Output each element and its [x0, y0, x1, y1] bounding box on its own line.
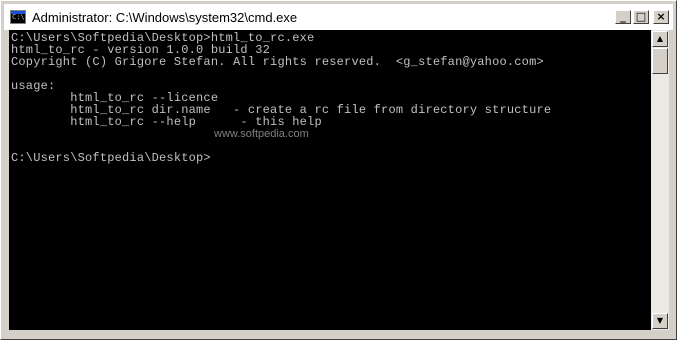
close-button[interactable]: × — [653, 10, 669, 24]
vertical-scrollbar[interactable]: ▲ ▼ — [651, 30, 669, 330]
minimize-button[interactable]: _ — [615, 10, 631, 24]
scroll-up-button[interactable]: ▲ — [652, 31, 668, 47]
console-output[interactable]: C:\Users\Softpedia\Desktop>html_to_rc.ex… — [9, 30, 649, 330]
scroll-thumb[interactable] — [652, 48, 668, 74]
console-line: C:\Users\Softpedia\Desktop> — [11, 151, 211, 165]
window-controls: _ □ × — [615, 10, 669, 24]
scroll-down-button[interactable]: ▼ — [652, 313, 668, 329]
cmd-window: Administrator: C:\Windows\system32\cmd.e… — [0, 0, 677, 340]
console-line: html_to_rc --help - this help — [11, 115, 322, 129]
cmd-icon[interactable] — [10, 10, 26, 24]
console-client[interactable]: C:\Users\Softpedia\Desktop>html_to_rc.ex… — [9, 30, 669, 330]
console-line: Copyright (C) Grigore Stefan. All rights… — [11, 55, 544, 69]
maximize-button[interactable]: □ — [633, 10, 649, 24]
window-title: Administrator: C:\Windows\system32\cmd.e… — [32, 9, 298, 25]
watermark-text: www.softpedia.com — [214, 128, 309, 140]
title-bar[interactable]: Administrator: C:\Windows\system32\cmd.e… — [4, 4, 673, 30]
